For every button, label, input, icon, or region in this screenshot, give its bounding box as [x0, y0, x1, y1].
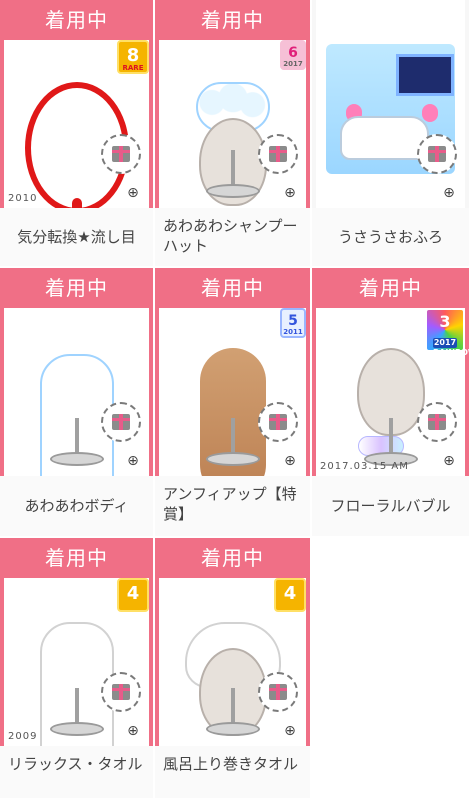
empty-slot — [312, 538, 471, 800]
rarity-badge: 6 2017 — [280, 40, 306, 70]
add-to-outfit-icon[interactable]: ⊕ — [123, 184, 143, 202]
bathtub-illustration — [340, 116, 429, 160]
item-image-frame: 3 2017 RAINBOW SET 2017.03.15 AM ⊕ — [316, 308, 469, 476]
item-image-frame: 4 2009 ⊕ — [4, 578, 149, 766]
rarity-badge: 8 RARE — [117, 40, 149, 74]
mannequin-stand — [49, 452, 104, 466]
item-name: アンフィアップ【特賞】 — [155, 476, 310, 536]
gift-icon[interactable] — [101, 402, 141, 442]
item-card[interactable]: 着用中 8 RARE 2010 ⊕ 気分転換★流し目 — [0, 0, 155, 268]
gift-icon[interactable] — [258, 134, 298, 174]
item-image-frame: 5 2011 ⊕ — [159, 308, 306, 498]
gift-box-icon — [112, 684, 130, 700]
rarity-number: 6 — [288, 45, 298, 61]
gift-icon[interactable] — [101, 672, 141, 712]
item-thumbnail: 着用中 5 2011 ⊕ — [155, 268, 310, 498]
item-image-frame: ⊕ — [4, 308, 149, 498]
item-thumbnail: 着用中 ⊕ — [0, 268, 153, 498]
rarity-number: 5 — [288, 313, 298, 329]
item-year: 2017.03.15 AM — [320, 461, 409, 472]
item-card[interactable]: 着用中 3 2017 RAINBOW SET 2017.03.15 AM ⊕ フ… — [312, 268, 471, 538]
item-thumbnail: 着用中 4 ⊕ — [155, 538, 310, 746]
add-to-outfit-icon[interactable]: ⊕ — [439, 184, 459, 202]
equipped-label: 着用中 — [201, 8, 264, 32]
add-to-outfit-icon[interactable]: ⊕ — [280, 722, 300, 740]
rarity-badge: 4 — [274, 578, 306, 612]
item-card[interactable]: 着用中 6 2017 ⊕ あわあわシャンプーハット — [155, 0, 312, 268]
gift-box-icon — [269, 146, 287, 162]
item-thumbnail: 着用中 4 2009 ⊕ — [0, 538, 153, 766]
item-name: フローラルバブル — [312, 476, 469, 536]
item-image-frame: 4 ⊕ — [159, 578, 306, 746]
add-to-outfit-icon[interactable]: ⊕ — [439, 452, 459, 470]
add-to-outfit-icon[interactable]: ⊕ — [280, 452, 300, 470]
item-name: あわあわボディ — [0, 476, 153, 536]
equipped-label: 着用中 — [201, 276, 264, 300]
gift-icon[interactable] — [417, 134, 457, 174]
rabbit-right — [422, 104, 438, 122]
item-image-frame: 8 RARE 2010 ⊕ — [4, 40, 149, 250]
item-name: うさうさおふろ — [312, 208, 469, 266]
rarity-sub: 2011 — [283, 328, 303, 336]
add-to-outfit-icon[interactable]: ⊕ — [123, 452, 143, 470]
rarity-number: 4 — [283, 583, 297, 604]
mannequin-stand — [205, 722, 260, 736]
item-card[interactable]: 着用中 5 2011 ⊕ アンフィアップ【特賞】 — [155, 268, 312, 538]
rarity-badge: 5 2011 — [280, 308, 306, 338]
gift-icon[interactable] — [101, 134, 141, 174]
item-year: 2009 — [8, 731, 38, 742]
item-card[interactable]: 着用中 4 2009 ⊕ リラックス・タオル — [0, 538, 155, 800]
gift-box-icon — [269, 684, 287, 700]
gift-icon[interactable] — [258, 402, 298, 442]
item-name: リラックス・タオル — [0, 746, 153, 798]
item-card[interactable]: ⊕ うさうさおふろ — [312, 0, 471, 268]
item-thumbnail: ⊕ — [312, 0, 469, 208]
equipped-label: 着用中 — [359, 276, 422, 300]
add-to-outfit-icon[interactable]: ⊕ — [123, 722, 143, 740]
mannequin-stand — [49, 722, 104, 736]
gift-box-icon — [269, 414, 287, 430]
item-thumbnail: 着用中 8 RARE 2010 ⊕ — [0, 0, 153, 250]
rarity-sub: 2017 — [283, 60, 303, 68]
window-illustration — [396, 54, 454, 96]
item-card[interactable]: 着用中 4 ⊕ 風呂上り巻きタオル — [155, 538, 312, 800]
gift-box-icon — [112, 146, 130, 162]
gift-box-icon — [428, 146, 446, 162]
rarity-badge: 3 2017 RAINBOW SET — [425, 308, 469, 367]
gift-box-icon — [112, 414, 130, 430]
add-to-outfit-icon[interactable]: ⊕ — [280, 184, 300, 202]
item-image-frame: ⊕ — [316, 0, 465, 208]
equipped-label: 着用中 — [45, 276, 108, 300]
equipped-label: 着用中 — [45, 546, 108, 570]
item-name: 気分転換★流し目 — [0, 208, 153, 266]
equipped-label: 着用中 — [201, 546, 264, 570]
item-thumbnail: 着用中 3 2017 RAINBOW SET 2017.03.15 AM ⊕ — [312, 268, 469, 476]
gift-icon[interactable] — [417, 402, 457, 442]
item-card[interactable]: 着用中 ⊕ あわあわボディ — [0, 268, 155, 538]
rarity-number: 4 — [126, 583, 140, 604]
gift-box-icon — [428, 414, 446, 430]
rarity-badge: 4 — [117, 578, 149, 612]
rarity-sub: RARE — [122, 64, 144, 72]
item-year: 2010 — [8, 193, 38, 204]
item-image-frame: 6 2017 ⊕ — [159, 40, 306, 208]
item-grid: 着用中 8 RARE 2010 ⊕ 気分転換★流し目 着用中 6 2017 ⊕ … — [0, 0, 471, 800]
rarity-sub: 2017 RAINBOW SET — [433, 338, 469, 367]
rarity-number: 8 — [126, 45, 140, 66]
gift-icon[interactable] — [258, 672, 298, 712]
mannequin-stand — [205, 452, 260, 466]
item-name: 風呂上り巻きタオル — [155, 746, 310, 798]
rarity-number: 3 — [439, 312, 451, 331]
item-name: あわあわシャンプーハット — [155, 208, 310, 266]
item-thumbnail: 着用中 6 2017 ⊕ — [155, 0, 310, 208]
mannequin-stand — [205, 184, 260, 198]
equipped-label: 着用中 — [45, 8, 108, 32]
